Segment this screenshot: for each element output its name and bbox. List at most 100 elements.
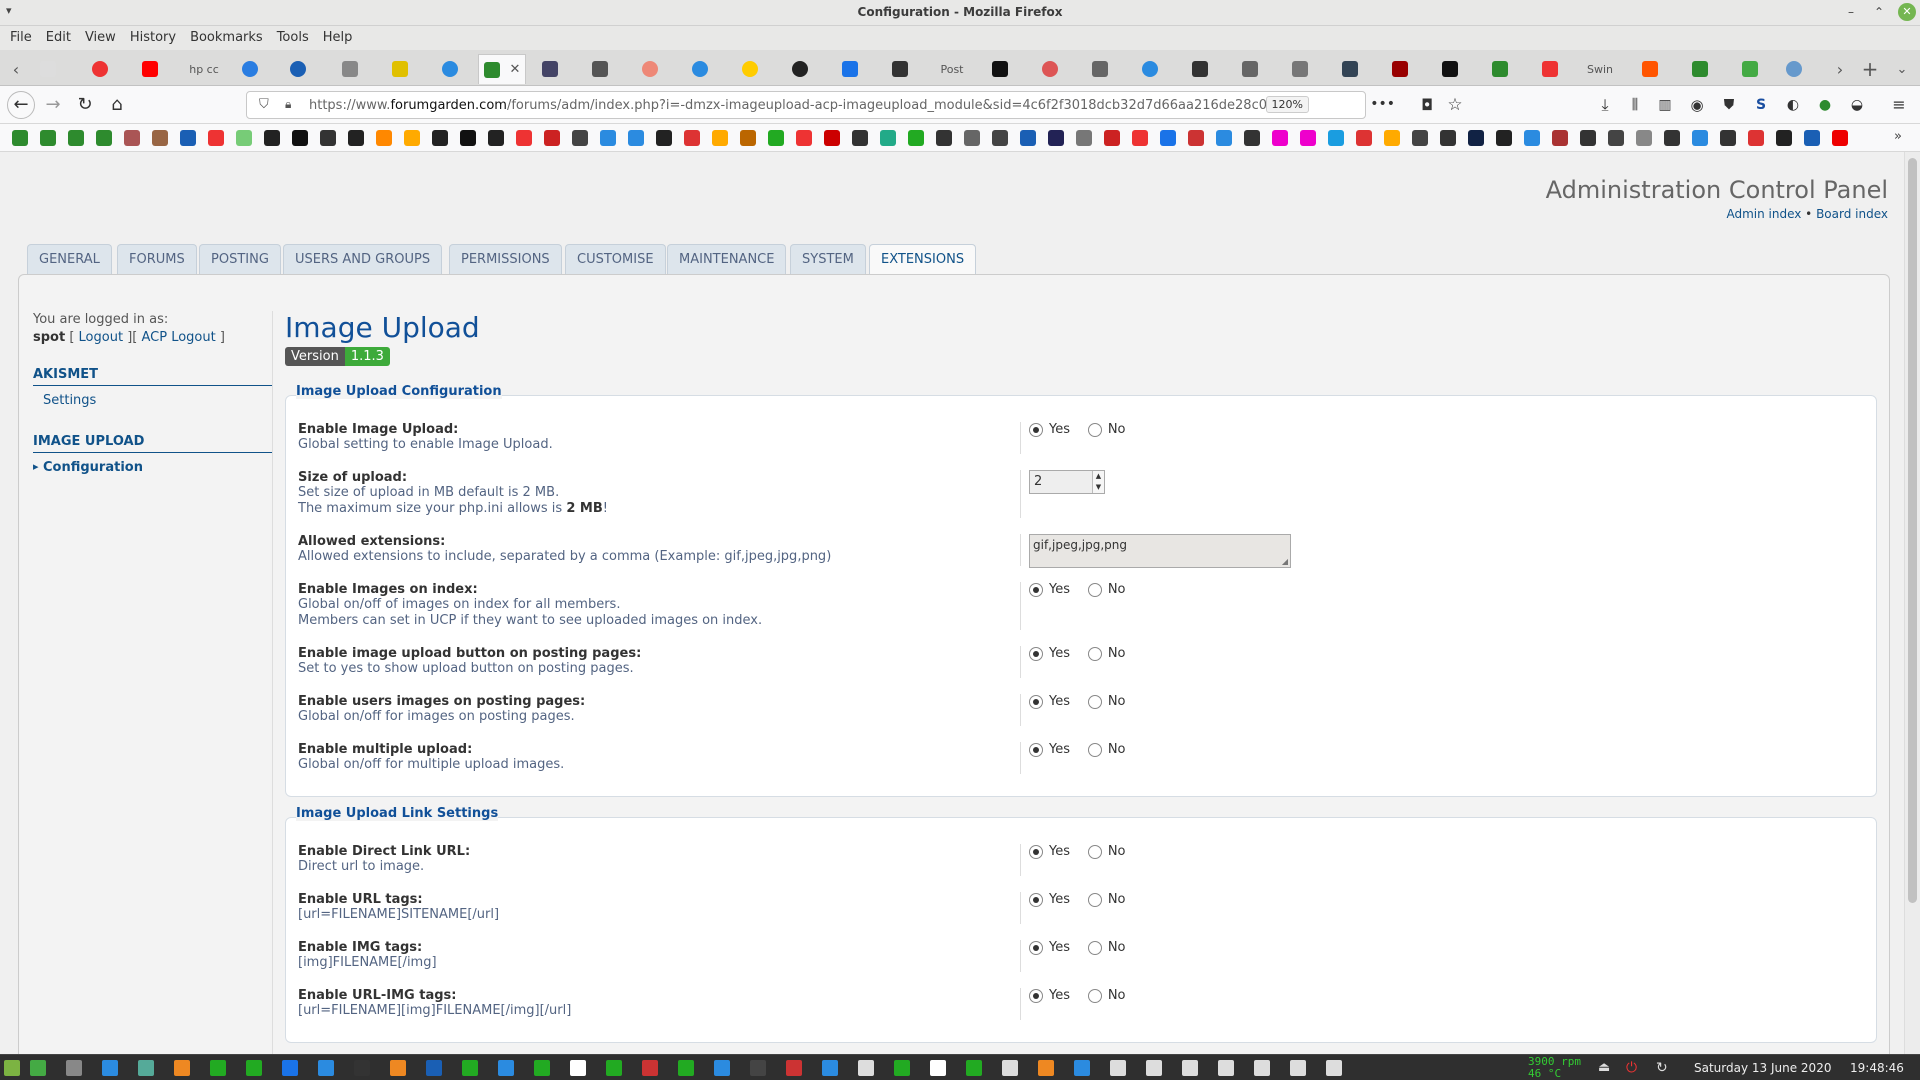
browser-tab[interactable] <box>1780 54 1808 84</box>
site-info-icon[interactable]: ⛉ <box>259 97 269 112</box>
bookmark-favicon-icon[interactable] <box>1104 130 1120 146</box>
tab-scroll-right-icon[interactable]: › <box>1826 54 1854 84</box>
tab-extensions[interactable]: EXTENSIONS <box>869 244 977 275</box>
radio-yes[interactable]: Yes <box>1029 694 1070 709</box>
menu-tools[interactable]: Tools <box>270 26 316 50</box>
taskbar-app-icon[interactable] <box>498 1060 514 1076</box>
new-tab-icon[interactable]: + <box>1856 54 1884 84</box>
bookmark-favicon-icon[interactable] <box>1300 130 1316 146</box>
radio-yes[interactable]: Yes <box>1029 646 1070 661</box>
bookmark-favicon-icon[interactable] <box>488 130 504 146</box>
browser-tab[interactable] <box>1036 54 1064 84</box>
bookmark-favicon-icon[interactable] <box>1524 130 1540 146</box>
bookmark-favicon-icon[interactable] <box>1160 130 1176 146</box>
bookmark-favicon-icon[interactable] <box>1384 130 1400 146</box>
bookmark-favicon-icon[interactable] <box>320 130 336 146</box>
downloads-icon[interactable]: ⤓ <box>1592 93 1618 117</box>
radio-yes[interactable]: Yes <box>1029 892 1070 907</box>
account-icon[interactable]: ◉ <box>1684 93 1710 117</box>
admin-index-link[interactable]: Admin index <box>1726 207 1801 221</box>
allowed-extensions-textarea[interactable]: gif,jpeg,jpg,png ◢ <box>1029 534 1291 568</box>
tab-permissions[interactable]: PERMISSIONS <box>449 244 562 274</box>
bookmark-favicon-icon[interactable] <box>964 130 980 146</box>
tab-general[interactable]: GENERAL <box>27 244 112 274</box>
tab-forums[interactable]: FORUMS <box>117 244 197 274</box>
browser-tab[interactable] <box>1286 54 1314 84</box>
sidebar-item-settings[interactable]: Settings <box>33 386 273 408</box>
taskbar-date[interactable]: Saturday 13 June 2020 <box>1694 1061 1831 1075</box>
bookmark-favicon-icon[interactable] <box>1608 130 1624 146</box>
taskbar-app-icon[interactable] <box>750 1060 766 1076</box>
bookmark-favicon-icon[interactable] <box>1412 130 1428 146</box>
browser-tab[interactable] <box>284 54 312 84</box>
taskbar-time[interactable]: 19:48:46 <box>1850 1061 1904 1075</box>
hamburger-menu-icon[interactable]: ≡ <box>1886 93 1912 117</box>
bookmark-favicon-icon[interactable] <box>292 130 308 146</box>
taskbar-app-icon[interactable] <box>786 1060 802 1076</box>
bookmark-favicon-icon[interactable] <box>740 130 756 146</box>
bookmark-favicon-icon[interactable] <box>376 130 392 146</box>
bookmark-favicon-icon[interactable] <box>404 130 420 146</box>
browser-tab[interactable] <box>1536 54 1564 84</box>
bookmark-favicon-icon[interactable] <box>152 130 168 146</box>
extension-icon[interactable]: ◒ <box>1844 93 1870 117</box>
tab-posting[interactable]: POSTING <box>199 244 281 274</box>
browser-tab[interactable] <box>786 54 814 84</box>
taskbar-app-icon[interactable] <box>894 1060 910 1076</box>
extension-icon[interactable]: ● <box>1812 93 1838 117</box>
taskbar-app-icon[interactable] <box>30 1060 46 1076</box>
taskbar-app-icon[interactable] <box>390 1060 406 1076</box>
bookmark-favicon-icon[interactable] <box>1216 130 1232 146</box>
browser-tab[interactable]: hp cc <box>184 54 224 84</box>
bookmark-favicon-icon[interactable] <box>12 130 28 146</box>
bookmark-favicon-icon[interactable] <box>824 130 840 146</box>
power-icon[interactable]: ⏻ <box>1626 1060 1642 1076</box>
spinner-arrows-icon[interactable]: ▲ ▼ <box>1092 471 1104 493</box>
bookmark-favicon-icon[interactable] <box>1440 130 1456 146</box>
taskbar-app-icon[interactable] <box>1182 1060 1198 1076</box>
browser-tab[interactable] <box>386 54 414 84</box>
extension-icon[interactable]: ⛊ <box>1716 93 1742 117</box>
taskbar-app-icon[interactable] <box>1254 1060 1270 1076</box>
bookmark-star-icon[interactable]: ☆ <box>1442 93 1468 117</box>
taskbar-app-icon[interactable] <box>966 1060 982 1076</box>
bookmark-favicon-icon[interactable] <box>432 130 448 146</box>
bookmark-favicon-icon[interactable] <box>1356 130 1372 146</box>
bookmark-favicon-icon[interactable] <box>1720 130 1736 146</box>
browser-tab[interactable] <box>586 54 614 84</box>
bookmark-favicon-icon[interactable] <box>40 130 56 146</box>
bookmark-favicon-icon[interactable] <box>880 130 896 146</box>
browser-tab[interactable] <box>1236 54 1264 84</box>
tab-scroll-left-icon[interactable]: ‹ <box>2 54 30 84</box>
browser-tab[interactable] <box>1436 54 1464 84</box>
browser-tab[interactable] <box>886 54 914 84</box>
browser-tab[interactable] <box>636 54 664 84</box>
upload-size-input[interactable]: 2 ▲ ▼ <box>1029 470 1105 494</box>
tab-customise[interactable]: CUSTOMISE <box>565 244 666 274</box>
url-bar[interactable]: ⛉ 🔒︎ https://www.forumgarden.com/forums/… <box>246 91 1395 119</box>
browser-tab[interactable] <box>986 54 1014 84</box>
bookmark-favicon-icon[interactable] <box>460 130 476 146</box>
bookmark-favicon-icon[interactable] <box>1020 130 1036 146</box>
bookmark-favicon-icon[interactable] <box>992 130 1008 146</box>
taskbar-app-icon[interactable] <box>174 1060 190 1076</box>
bookmark-favicon-icon[interactable] <box>1748 130 1764 146</box>
bookmark-favicon-icon[interactable] <box>1188 130 1204 146</box>
extension-icon[interactable]: ◐ <box>1780 93 1806 117</box>
browser-tab[interactable] <box>1336 54 1364 84</box>
radio-no[interactable]: No <box>1087 844 1126 859</box>
bookmark-favicon-icon[interactable] <box>1244 130 1260 146</box>
bookmark-favicon-icon[interactable] <box>628 130 644 146</box>
bookmark-favicon-icon[interactable] <box>768 130 784 146</box>
browser-tab[interactable] <box>1186 54 1214 84</box>
close-tab-icon[interactable]: ✕ <box>510 62 521 77</box>
bookmark-favicon-icon[interactable] <box>1776 130 1792 146</box>
lock-icon[interactable]: 🔒︎ <box>285 97 291 112</box>
sidebar-item-configuration[interactable]: Configuration <box>33 453 273 475</box>
radio-no[interactable]: No <box>1087 694 1126 709</box>
bookmark-favicon-icon[interactable] <box>68 130 84 146</box>
bookmark-favicon-icon[interactable] <box>1468 130 1484 146</box>
board-index-link[interactable]: Board index <box>1816 207 1888 221</box>
taskbar-app-icon[interactable] <box>1002 1060 1018 1076</box>
browser-tab[interactable] <box>1686 54 1714 84</box>
